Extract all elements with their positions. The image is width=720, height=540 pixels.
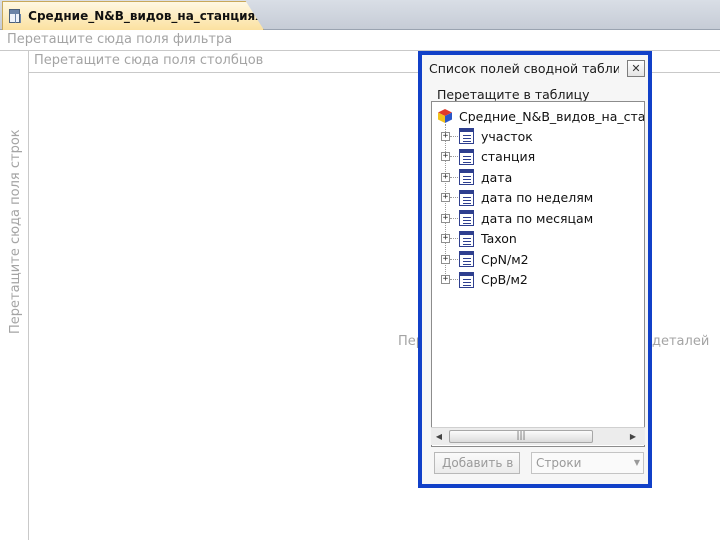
cube-icon: [438, 109, 452, 123]
detail-drop-zone-label-end: деталей: [652, 334, 710, 349]
expand-icon[interactable]: +: [441, 213, 450, 223]
expand-icon[interactable]: +: [441, 131, 450, 141]
field-icon: [459, 128, 474, 144]
chevron-down-icon: ▼: [633, 458, 640, 467]
add-to-button[interactable]: Добавить в: [434, 452, 520, 474]
filter-drop-zone[interactable]: Перетащите сюда поля фильтра: [0, 30, 720, 51]
field-icon: [459, 189, 474, 206]
close-icon: ✕: [631, 62, 641, 75]
scrollbar-thumb[interactable]: |||: [449, 430, 593, 443]
field-icon: [459, 251, 474, 267]
table-icon: [9, 9, 21, 23]
tree-item-label: дата по месяцам: [481, 210, 594, 226]
document-tab[interactable]: Средние_N&B_видов_на_станциях: [2, 1, 264, 30]
tree-root[interactable]: Средние_N&B_видов_на_станц: [437, 106, 645, 126]
tree-item-label: дата: [481, 169, 513, 185]
tree-item-label: станция: [481, 149, 536, 164]
field-list-title: Список полей сводной табли: [429, 61, 619, 76]
expand-icon[interactable]: +: [441, 275, 450, 284]
tree-item-label: CpB/м2: [481, 272, 528, 287]
scroll-right-icon[interactable]: ▶: [627, 430, 639, 443]
field-icon: [459, 148, 474, 165]
expand-icon[interactable]: +: [441, 193, 450, 202]
field-icon: [459, 230, 474, 247]
tree-item-cpn[interactable]: + CpN/м2: [441, 249, 529, 269]
tree-item-uchastok[interactable]: + участок: [441, 126, 533, 146]
tree-item-label: CpN/м2: [481, 251, 529, 267]
tree-item-label: участок: [481, 128, 533, 144]
tree-item-label: дата по неделям: [481, 190, 594, 205]
tree-item-taxon[interactable]: + Taxon: [441, 229, 517, 249]
expand-icon[interactable]: +: [441, 234, 450, 243]
scroll-left-icon[interactable]: ◀: [433, 430, 445, 443]
tree-item-cpb[interactable]: + CpB/м2: [441, 270, 528, 290]
field-tree[interactable]: Средние_N&B_видов_на_станц + участок + с…: [431, 101, 645, 447]
tree-item-data[interactable]: + дата: [441, 167, 512, 187]
area-select[interactable]: Строки ▼: [531, 452, 644, 474]
tree-item-label: Taxon: [481, 231, 517, 246]
document-tab-title: Средние_N&B_видов_на_станциях: [28, 9, 263, 23]
area-select-value: Строки: [536, 456, 582, 470]
tree-root-label: Средние_N&B_видов_на_станц: [459, 108, 645, 124]
tree-item-data-po-nedelyam[interactable]: + дата по неделям: [441, 188, 593, 208]
row-drop-zone-label: Перетащите сюда поля строк: [8, 129, 23, 334]
expand-icon[interactable]: +: [441, 152, 450, 161]
document-tab-strip: Средние_N&B_видов_на_станциях: [0, 0, 720, 30]
row-drop-zone[interactable]: Перетащите сюда поля строк: [0, 51, 29, 540]
tree-item-data-po-mesyatsam[interactable]: + дата по месяцам: [441, 208, 593, 228]
expand-icon[interactable]: +: [441, 172, 450, 182]
field-icon: [459, 271, 474, 288]
horizontal-scrollbar[interactable]: ◀ ||| ▶: [431, 427, 645, 445]
expand-icon[interactable]: +: [441, 254, 450, 264]
tree-item-stantsiya[interactable]: + станция: [441, 147, 535, 167]
field-list-panel: Список полей сводной табли ✕ Перетащите …: [418, 51, 652, 488]
field-list-hint: Перетащите в таблицу: [437, 87, 590, 102]
field-icon: [459, 169, 474, 185]
field-icon: [459, 210, 474, 226]
close-button[interactable]: ✕: [627, 60, 645, 77]
